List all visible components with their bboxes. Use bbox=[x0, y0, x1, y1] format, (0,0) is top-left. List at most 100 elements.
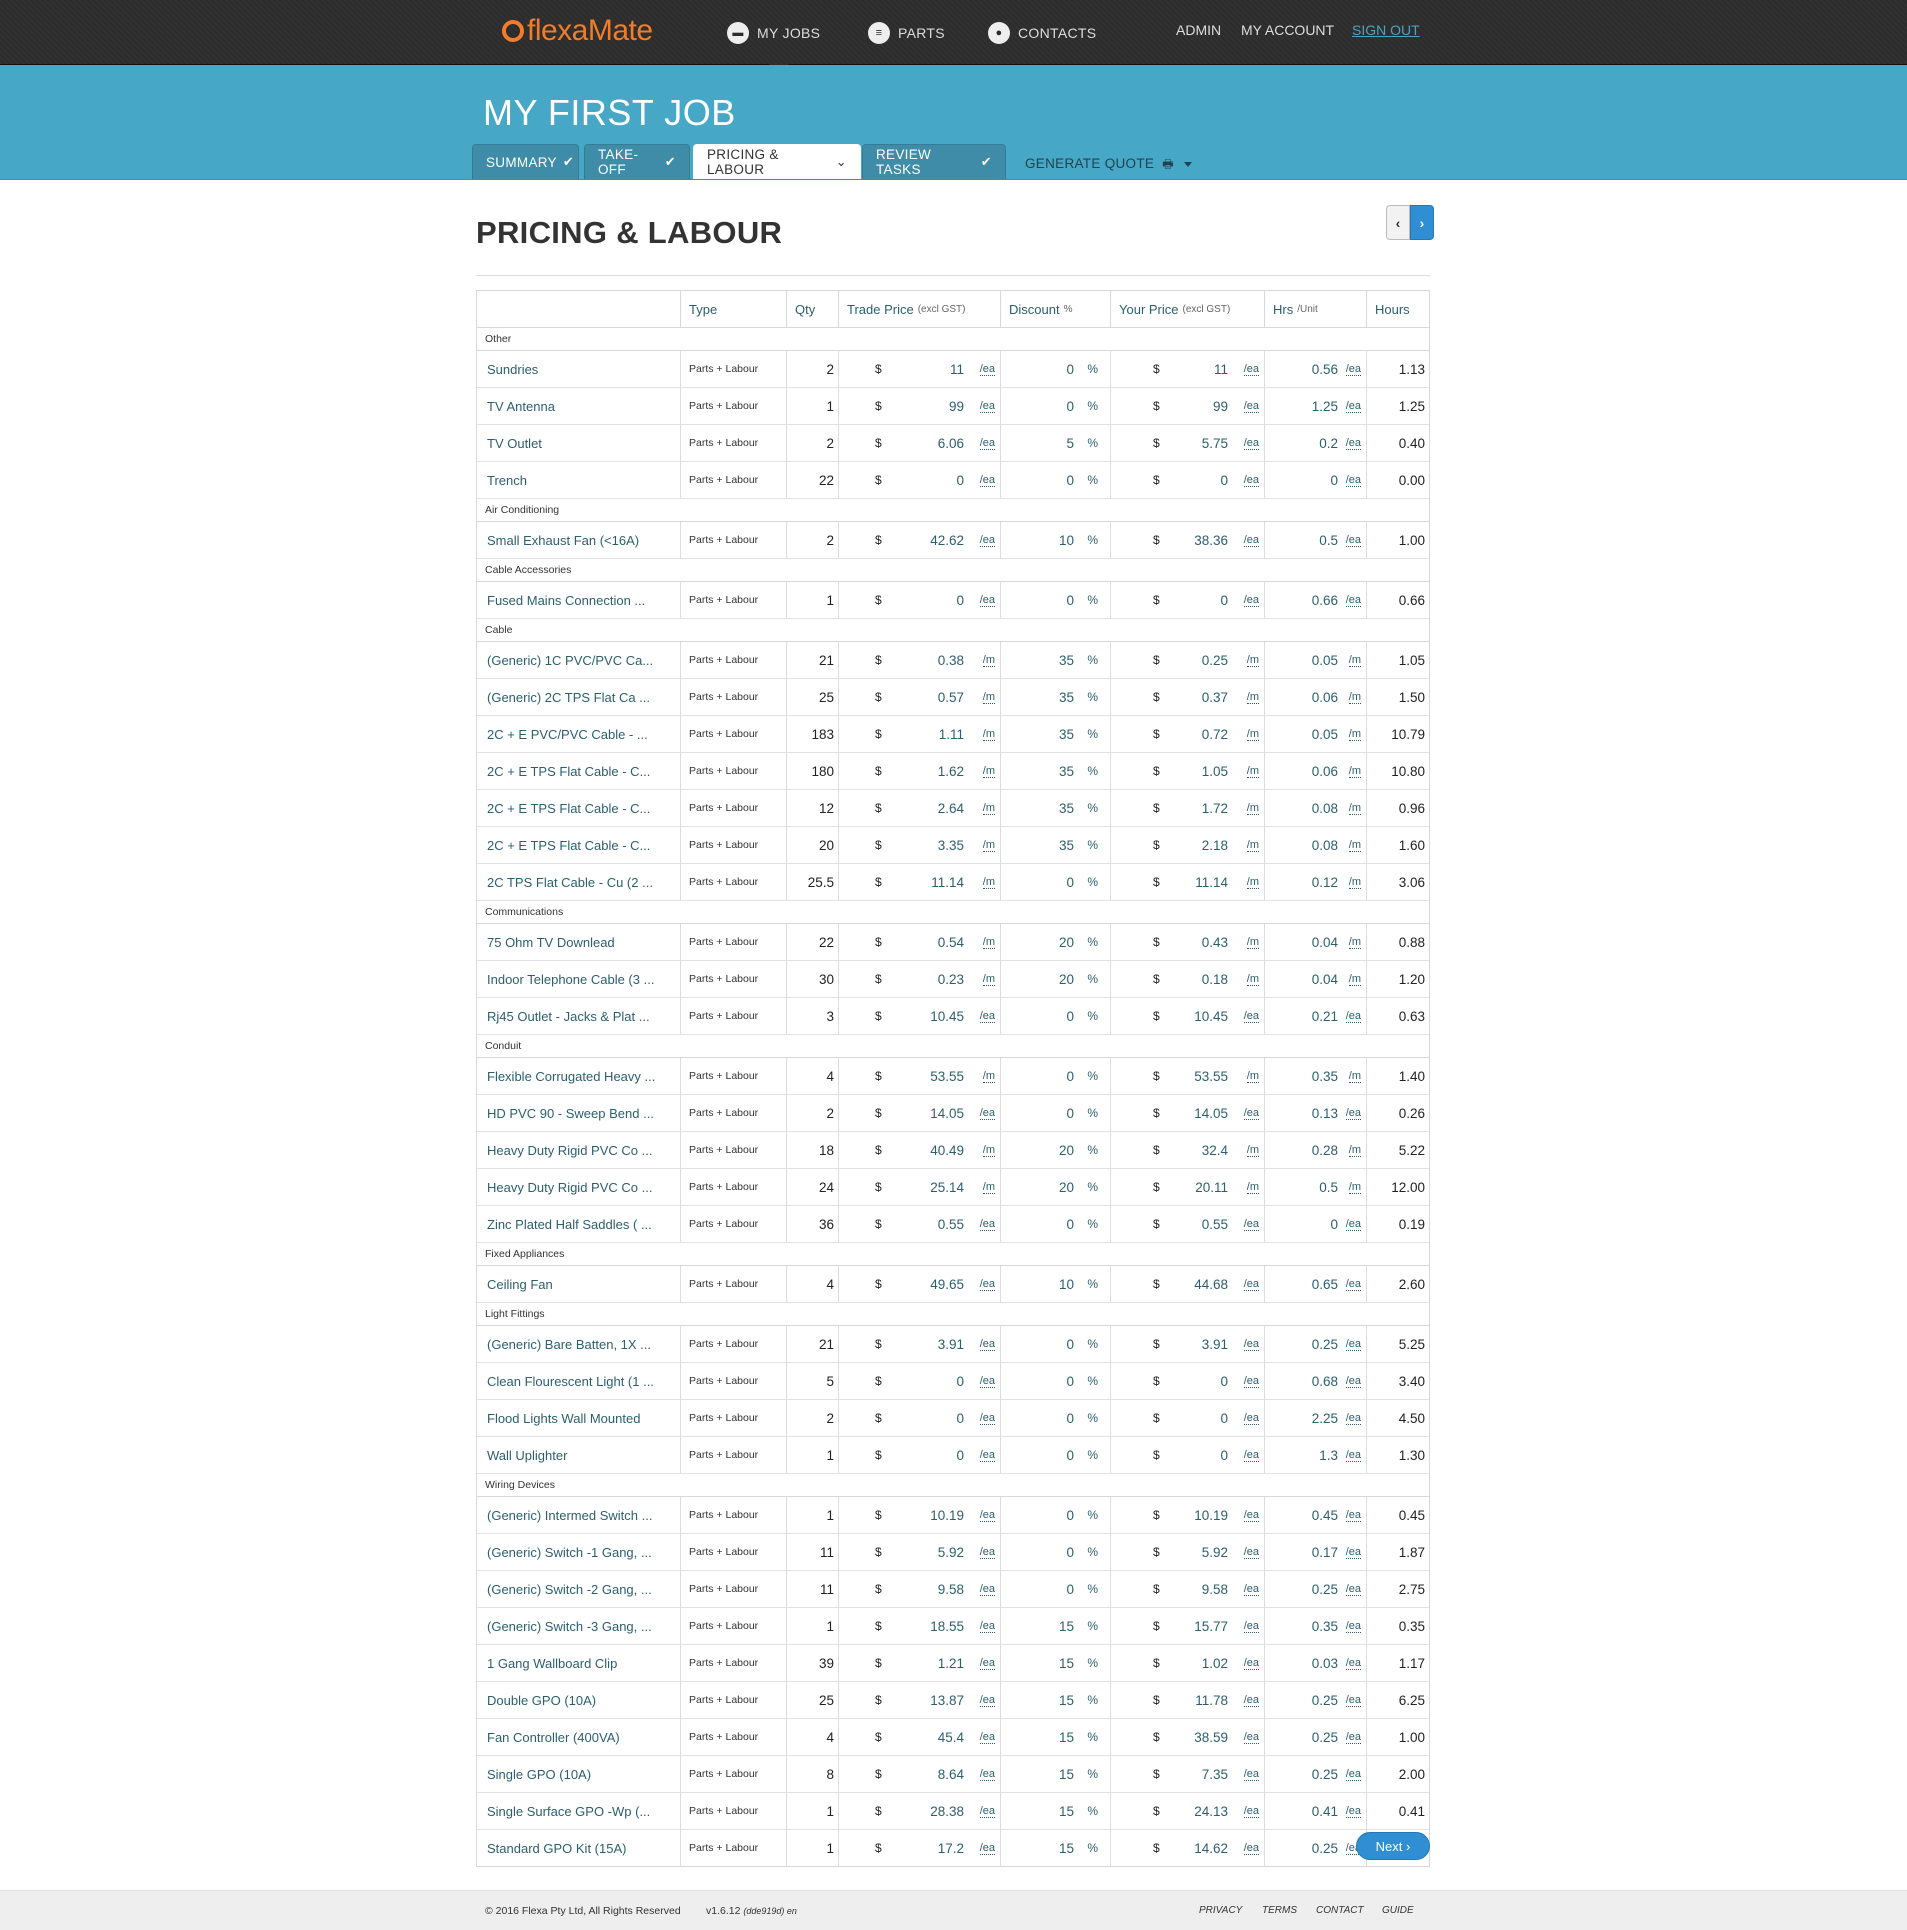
trade-price-value[interactable]: 1.21 bbox=[938, 1656, 964, 1671]
trade-price-unit[interactable]: /ea bbox=[979, 594, 995, 607]
hrs-unit[interactable]: /ea bbox=[1345, 1509, 1361, 1522]
your-price-unit[interactable]: /ea bbox=[1243, 1694, 1259, 1707]
hrs-per-unit-value[interactable]: 2.25 bbox=[1312, 1411, 1338, 1426]
item-name-link[interactable]: 1 Gang Wallboard Clip bbox=[477, 1645, 681, 1681]
your-price-unit[interactable]: /m bbox=[1246, 936, 1259, 949]
discount-value[interactable]: 0 bbox=[1066, 1337, 1074, 1352]
nav-my-jobs[interactable]: ▬ MY JOBS bbox=[727, 20, 820, 46]
your-price-value[interactable]: 0 bbox=[1220, 1448, 1228, 1463]
your-price-unit[interactable]: /ea bbox=[1243, 1509, 1259, 1522]
item-name-link[interactable]: 2C + E PVC/PVC Cable - ... bbox=[477, 716, 681, 752]
trade-price-unit[interactable]: /m bbox=[982, 839, 995, 852]
trade-price-value[interactable]: 8.64 bbox=[938, 1767, 964, 1782]
trade-price-value[interactable]: 0.54 bbox=[938, 935, 964, 950]
trade-price-unit[interactable]: /ea bbox=[979, 1694, 995, 1707]
trade-price-unit[interactable]: /ea bbox=[979, 1338, 995, 1351]
your-price-value[interactable]: 1.05 bbox=[1202, 764, 1228, 779]
hrs-unit[interactable]: /ea bbox=[1345, 1620, 1361, 1633]
hrs-per-unit-value[interactable]: 0.03 bbox=[1312, 1656, 1338, 1671]
sign-out-link[interactable]: SIGN OUT bbox=[1352, 22, 1420, 38]
discount-value[interactable]: 0 bbox=[1066, 593, 1074, 608]
your-price-unit[interactable]: /ea bbox=[1243, 400, 1259, 413]
trade-price-value[interactable]: 11 bbox=[950, 362, 964, 377]
your-price-unit[interactable]: /m bbox=[1246, 876, 1259, 889]
flexamate-logo[interactable]: flexa Mate bbox=[502, 14, 653, 48]
hrs-unit[interactable]: /m bbox=[1348, 1070, 1361, 1083]
item-name-link[interactable]: Standard GPO Kit (15A) bbox=[477, 1830, 681, 1866]
trade-price-unit[interactable]: /ea bbox=[979, 1375, 995, 1388]
hrs-unit[interactable]: /ea bbox=[1345, 1338, 1361, 1351]
your-price-value[interactable]: 0.55 bbox=[1202, 1217, 1228, 1232]
discount-value[interactable]: 35 bbox=[1059, 653, 1074, 668]
discount-value[interactable]: 15 bbox=[1059, 1767, 1074, 1782]
trade-price-unit[interactable]: /m bbox=[982, 691, 995, 704]
trade-price-unit[interactable]: /ea bbox=[979, 474, 995, 487]
discount-value[interactable]: 15 bbox=[1059, 1804, 1074, 1819]
hrs-per-unit-value[interactable]: 0.2 bbox=[1319, 436, 1338, 451]
hrs-unit[interactable]: /ea bbox=[1345, 474, 1361, 487]
item-name-link[interactable]: TV Antenna bbox=[477, 388, 681, 424]
your-price-value[interactable]: 0 bbox=[1220, 1411, 1228, 1426]
trade-price-unit[interactable]: /ea bbox=[979, 1278, 995, 1291]
hrs-per-unit-value[interactable]: 0.17 bbox=[1312, 1545, 1338, 1560]
item-name-link[interactable]: 2C TPS Flat Cable - Cu (2 ... bbox=[477, 864, 681, 900]
hrs-unit[interactable]: /ea bbox=[1345, 1449, 1361, 1462]
discount-value[interactable]: 35 bbox=[1059, 764, 1074, 779]
trade-price-unit[interactable]: /ea bbox=[979, 1620, 995, 1633]
your-price-value[interactable]: 44.68 bbox=[1194, 1277, 1228, 1292]
hrs-unit[interactable]: /ea bbox=[1345, 1375, 1361, 1388]
item-name-link[interactable]: HD PVC 90 - Sweep Bend ... bbox=[477, 1095, 681, 1131]
trade-price-value[interactable]: 49.65 bbox=[930, 1277, 964, 1292]
item-name-link[interactable]: (Generic) Switch -1 Gang, ... bbox=[477, 1534, 681, 1570]
your-price-value[interactable]: 32.4 bbox=[1202, 1143, 1228, 1158]
discount-value[interactable]: 20 bbox=[1059, 935, 1074, 950]
hrs-per-unit-value[interactable]: 0.04 bbox=[1312, 935, 1338, 950]
your-price-value[interactable]: 3.91 bbox=[1202, 1337, 1228, 1352]
hrs-unit[interactable]: /ea bbox=[1345, 1694, 1361, 1707]
trade-price-unit[interactable]: /ea bbox=[979, 437, 995, 450]
trade-price-value[interactable]: 6.06 bbox=[938, 436, 964, 451]
trade-price-unit[interactable]: /m bbox=[982, 936, 995, 949]
trade-price-value[interactable]: 0 bbox=[956, 593, 964, 608]
your-price-unit[interactable]: /ea bbox=[1243, 534, 1259, 547]
hrs-unit[interactable]: /m bbox=[1348, 691, 1361, 704]
item-name-link[interactable]: Rj45 Outlet - Jacks & Plat ... bbox=[477, 998, 681, 1034]
hrs-unit[interactable]: /ea bbox=[1345, 1805, 1361, 1818]
hrs-unit[interactable]: /m bbox=[1348, 973, 1361, 986]
item-name-link[interactable]: (Generic) Bare Batten, 1X ... bbox=[477, 1326, 681, 1362]
hrs-unit[interactable]: /m bbox=[1348, 728, 1361, 741]
trade-price-value[interactable]: 17.2 bbox=[938, 1841, 964, 1856]
hrs-per-unit-value[interactable]: 0 bbox=[1330, 473, 1338, 488]
trade-price-unit[interactable]: /ea bbox=[979, 1449, 995, 1462]
hrs-unit[interactable]: /ea bbox=[1345, 1768, 1361, 1781]
discount-value[interactable]: 15 bbox=[1059, 1619, 1074, 1634]
prev-step-button[interactable]: ‹ bbox=[1386, 205, 1410, 240]
trade-price-unit[interactable]: /m bbox=[982, 876, 995, 889]
hrs-unit[interactable]: /ea bbox=[1345, 1107, 1361, 1120]
hrs-per-unit-value[interactable]: 0.25 bbox=[1312, 1582, 1338, 1597]
next-step-button[interactable]: › bbox=[1410, 205, 1434, 240]
discount-value[interactable]: 0 bbox=[1066, 1508, 1074, 1523]
footer-link-privacy[interactable]: PRIVACY bbox=[1199, 1905, 1242, 1916]
hrs-unit[interactable]: /m bbox=[1348, 765, 1361, 778]
item-name-link[interactable]: Single Surface GPO -Wp (... bbox=[477, 1793, 681, 1829]
your-price-unit[interactable]: /ea bbox=[1243, 1731, 1259, 1744]
your-price-value[interactable]: 53.55 bbox=[1194, 1069, 1228, 1084]
hrs-per-unit-value[interactable]: 0.25 bbox=[1312, 1841, 1338, 1856]
trade-price-value[interactable]: 11.14 bbox=[931, 875, 964, 890]
item-name-link[interactable]: Sundries bbox=[477, 351, 681, 387]
your-price-value[interactable]: 99 bbox=[1213, 399, 1228, 414]
trade-price-unit[interactable]: /ea bbox=[979, 1842, 995, 1855]
your-price-value[interactable]: 1.72 bbox=[1202, 801, 1228, 816]
hrs-per-unit-value[interactable]: 0.06 bbox=[1312, 764, 1338, 779]
item-name-link[interactable]: Fan Controller (400VA) bbox=[477, 1719, 681, 1755]
your-price-value[interactable]: 11.78 bbox=[1195, 1693, 1228, 1708]
your-price-value[interactable]: 0.25 bbox=[1202, 653, 1228, 668]
trade-price-unit[interactable]: /ea bbox=[979, 534, 995, 547]
discount-value[interactable]: 35 bbox=[1059, 690, 1074, 705]
trade-price-value[interactable]: 53.55 bbox=[930, 1069, 964, 1084]
item-name-link[interactable]: Indoor Telephone Cable (3 ... bbox=[477, 961, 681, 997]
your-price-unit[interactable]: /ea bbox=[1243, 1010, 1259, 1023]
your-price-value[interactable]: 14.05 bbox=[1194, 1106, 1228, 1121]
nav-contacts[interactable]: ● CONTACTS bbox=[988, 20, 1096, 46]
